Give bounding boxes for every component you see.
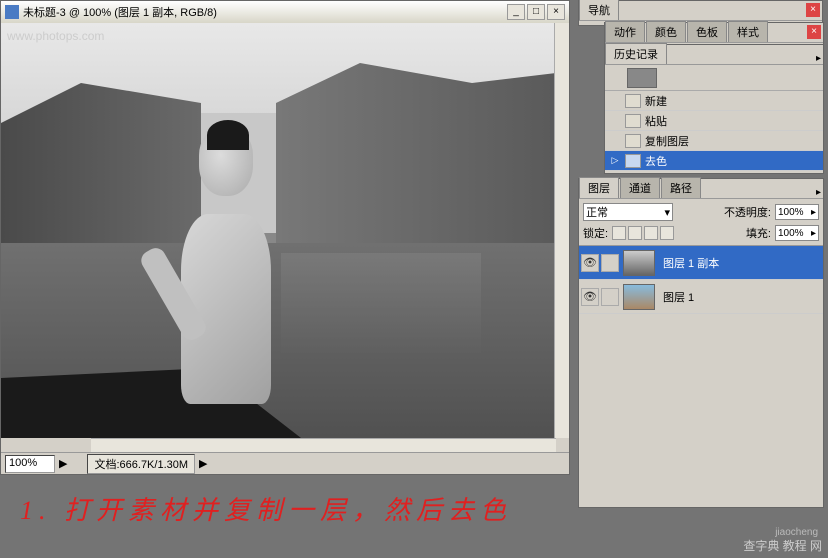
lock-pixels-icon[interactable]	[628, 226, 642, 240]
blend-mode-value: 正常	[586, 204, 608, 220]
maximize-button[interactable]: □	[527, 4, 545, 20]
document-window: 未标题-3 @ 100% (图层 1 副本, RGB/8) _ □ × www.…	[0, 0, 570, 475]
fill-input[interactable]: 100% ▸	[775, 225, 819, 241]
history-tab[interactable]: 历史记录	[605, 43, 667, 64]
history-item-paste[interactable]: 粘贴	[605, 111, 823, 131]
layer-name[interactable]: 图层 1	[663, 289, 694, 305]
blend-mode-select[interactable]: 正常 ▾	[583, 203, 673, 221]
tab-color[interactable]: 颜色	[646, 21, 686, 42]
layers-panel: 图层 通道 路径 ▸ 正常 ▾ 不透明度: 100% ▸ 锁定: 填充:	[578, 178, 824, 508]
history-step-icon	[625, 154, 641, 168]
layers-options: 正常 ▾ 不透明度: 100% ▸ 锁定: 填充: 100% ▸	[579, 199, 823, 246]
history-step-icon	[625, 134, 641, 148]
history-item-label: 去色	[645, 153, 667, 169]
history-step-icon	[625, 94, 641, 108]
tab-swatches[interactable]: 色板	[687, 21, 727, 42]
navigator-tab[interactable]: 导航	[579, 0, 619, 20]
history-item-new[interactable]: 新建	[605, 91, 823, 111]
layers-tabs: 图层 通道 路径 ▸	[579, 179, 823, 199]
history-pointer: ▷	[609, 155, 621, 166]
source-watermark: 查字典 教程 网	[743, 537, 822, 554]
lock-icon-group	[612, 226, 674, 240]
history-panel: 历史记录 ▸ 新建 粘贴 复制图层 ▷ 去色	[604, 44, 824, 174]
history-snapshot-thumb	[627, 68, 657, 88]
opacity-label: 不透明度:	[724, 204, 771, 220]
visibility-toggle[interactable]: 👁	[581, 254, 599, 272]
document-titlebar[interactable]: 未标题-3 @ 100% (图层 1 副本, RGB/8) _ □ ×	[1, 1, 569, 23]
horizontal-scrollbar[interactable]	[91, 438, 556, 453]
lock-all-icon[interactable]	[660, 226, 674, 240]
history-step-icon	[625, 114, 641, 128]
layer-thumbnail[interactable]	[623, 250, 655, 276]
chevron-right-icon: ▸	[811, 228, 816, 239]
history-item-label: 粘贴	[645, 113, 667, 129]
minimize-button[interactable]: _	[507, 4, 525, 20]
panel-menu-icon[interactable]: ▸	[816, 53, 821, 64]
navigator-close-button[interactable]: ×	[806, 3, 820, 17]
layer-thumbnail[interactable]	[623, 284, 655, 310]
history-item-duplicate-layer[interactable]: 复制图层	[605, 131, 823, 151]
lock-label: 锁定:	[583, 225, 608, 241]
swatches-tabs: 动作 颜色 色板 样式 ×	[605, 23, 823, 43]
status-doc-label[interactable]: ▶	[59, 457, 67, 470]
tab-channels[interactable]: 通道	[620, 177, 660, 198]
document-size-info[interactable]: 文档:666.7K/1.30M	[87, 454, 195, 474]
panel-menu-icon[interactable]: ▸	[816, 187, 821, 198]
history-tabs: 历史记录 ▸	[605, 45, 823, 65]
zoom-input[interactable]: 100%	[5, 455, 55, 473]
opacity-input[interactable]: 100% ▸	[775, 204, 819, 220]
tutorial-annotation: 1. 打开素材并复制一层，然后去色	[20, 490, 512, 527]
navigator-tabs: 导航 ×	[579, 1, 822, 21]
history-item-label: 新建	[645, 93, 667, 109]
app-icon	[5, 5, 19, 19]
tab-paths[interactable]: 路径	[661, 177, 701, 198]
layer-row[interactable]: 👁 图层 1	[579, 280, 823, 314]
tab-layers[interactable]: 图层	[579, 177, 619, 198]
status-bar: 100% ▶ 文档:666.7K/1.30M ▶	[1, 452, 569, 474]
chevron-right-icon: ▸	[811, 207, 816, 218]
image-watermark: www.photops.com	[7, 29, 104, 43]
history-list: 新建 粘贴 复制图层 ▷ 去色	[605, 91, 823, 171]
tab-styles[interactable]: 样式	[728, 21, 768, 42]
photo-person	[156, 128, 296, 438]
layer-list: 👁 图层 1 副本 👁 图层 1	[579, 246, 823, 314]
tab-actions[interactable]: 动作	[605, 21, 645, 42]
photo-buildings-right	[276, 53, 556, 253]
link-toggle[interactable]	[601, 254, 619, 272]
chevron-down-icon: ▾	[664, 206, 670, 219]
status-arrow-icon[interactable]: ▶	[199, 457, 207, 470]
link-toggle[interactable]	[601, 288, 619, 306]
document-title: 未标题-3 @ 100% (图层 1 副本, RGB/8)	[23, 4, 507, 20]
visibility-toggle[interactable]: 👁	[581, 288, 599, 306]
lock-transparency-icon[interactable]	[612, 226, 626, 240]
lock-position-icon[interactable]	[644, 226, 658, 240]
history-snapshot-row[interactable]	[605, 65, 823, 91]
close-button[interactable]: ×	[547, 4, 565, 20]
layer-name[interactable]: 图层 1 副本	[663, 255, 719, 271]
history-item-desaturate[interactable]: ▷ 去色	[605, 151, 823, 171]
fill-label: 填充:	[746, 225, 771, 241]
window-buttons: _ □ ×	[507, 4, 565, 20]
canvas-area[interactable]: www.photops.com	[1, 23, 569, 453]
layer-row[interactable]: 👁 图层 1 副本	[579, 246, 823, 280]
vertical-scrollbar[interactable]	[554, 23, 569, 438]
swatches-close-button[interactable]: ×	[807, 25, 821, 39]
history-item-label: 复制图层	[645, 133, 689, 149]
canvas-image[interactable]: www.photops.com	[1, 23, 556, 438]
